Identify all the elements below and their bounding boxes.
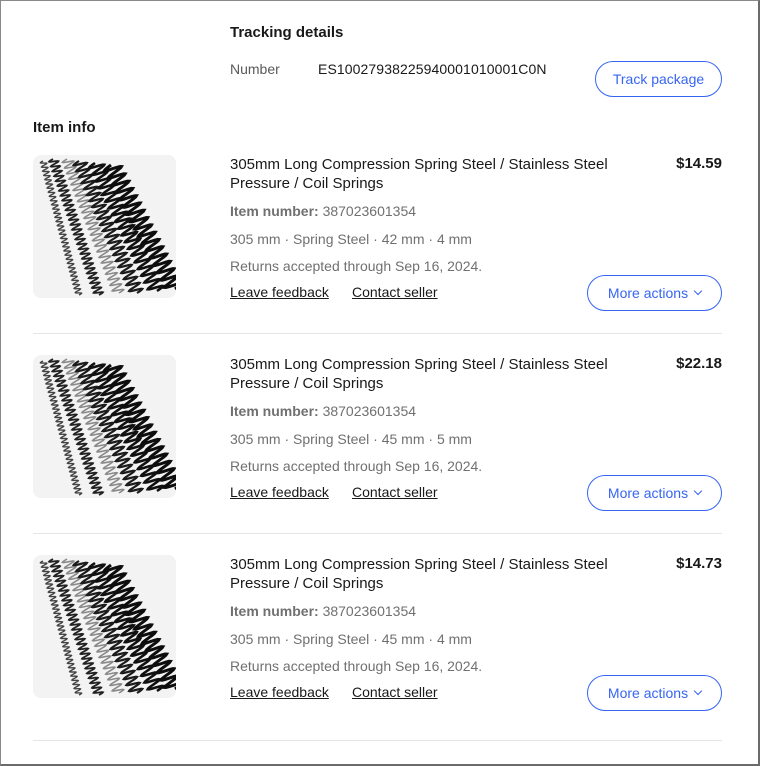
chevron-down-icon [693, 286, 703, 296]
coil-springs-product-image[interactable] [33, 155, 176, 298]
spring-coil-shape [47, 358, 105, 496]
spring-coil-shape [101, 363, 176, 491]
tracking-number-label: Number [230, 61, 280, 77]
item-returns: Returns accepted through Sep 16, 2024. [230, 258, 483, 274]
item-title[interactable]: 305mm Long Compression Spring Steel / St… [230, 355, 640, 393]
track-package-button[interactable]: Track package [595, 61, 722, 97]
spring-coil-shape [101, 563, 176, 691]
coil-springs-product-image[interactable] [33, 555, 176, 698]
spring-coil-shape [101, 163, 176, 291]
item-number: Item number: 387023601354 [230, 603, 416, 619]
item-price: $14.73 [676, 555, 722, 572]
order-item: 305mm Long Compression Spring Steel / St… [0, 155, 760, 355]
coil-springs-icon [39, 358, 176, 496]
spring-coil-shape [47, 158, 105, 296]
item-number: Item number: 387023601354 [230, 403, 416, 419]
item-price: $14.59 [676, 155, 722, 172]
coil-springs-product-image[interactable] [33, 355, 176, 498]
item-title[interactable]: 305mm Long Compression Spring Steel / St… [230, 555, 640, 593]
tracking-details-heading: Tracking details [230, 24, 344, 41]
item-title[interactable]: 305mm Long Compression Spring Steel / St… [230, 155, 640, 193]
item-divider [33, 740, 722, 741]
item-info-heading: Item info [33, 119, 96, 136]
coil-springs-icon [39, 558, 176, 696]
more-actions-label: More actions [607, 285, 689, 301]
item-returns: Returns accepted through Sep 16, 2024. [230, 458, 483, 474]
item-number-value: 387023601354 [322, 203, 417, 219]
chevron-down-icon [693, 686, 703, 696]
leave-feedback-link[interactable]: Leave feedback [230, 484, 329, 500]
item-specs: 305 mm · Spring Steel · 45 mm · 4 mm [230, 631, 472, 647]
item-number-label: Item number: [230, 403, 319, 419]
item-number: Item number: 387023601354 [230, 203, 416, 219]
more-actions-label: More actions [607, 485, 689, 501]
more-actions-button[interactable]: More actions [587, 475, 722, 511]
contact-seller-link[interactable]: Contact seller [352, 684, 438, 700]
order-item: 305mm Long Compression Spring Steel / St… [0, 355, 760, 555]
item-returns: Returns accepted through Sep 16, 2024. [230, 658, 483, 674]
item-number-value: 387023601354 [322, 403, 417, 419]
item-number-label: Item number: [230, 203, 319, 219]
leave-feedback-link[interactable]: Leave feedback [230, 284, 329, 300]
leave-feedback-link[interactable]: Leave feedback [230, 684, 329, 700]
order-item: 305mm Long Compression Spring Steel / St… [0, 555, 760, 755]
item-number-value: 387023601354 [322, 603, 417, 619]
item-price: $22.18 [676, 355, 722, 372]
contact-seller-link[interactable]: Contact seller [352, 484, 438, 500]
chevron-down-icon [693, 486, 703, 496]
item-specs: 305 mm · Spring Steel · 45 mm · 5 mm [230, 431, 472, 447]
item-specs: 305 mm · Spring Steel · 42 mm · 4 mm [230, 231, 472, 247]
coil-springs-icon [39, 158, 176, 296]
more-actions-label: More actions [607, 685, 689, 701]
item-divider [33, 533, 722, 534]
item-number-label: Item number: [230, 603, 319, 619]
spring-coil-shape [47, 558, 105, 696]
item-divider [33, 333, 722, 334]
tracking-number-value: ES10027938225940001010001C0N [318, 61, 547, 77]
contact-seller-link[interactable]: Contact seller [352, 284, 438, 300]
more-actions-button[interactable]: More actions [587, 675, 722, 711]
more-actions-button[interactable]: More actions [587, 275, 722, 311]
